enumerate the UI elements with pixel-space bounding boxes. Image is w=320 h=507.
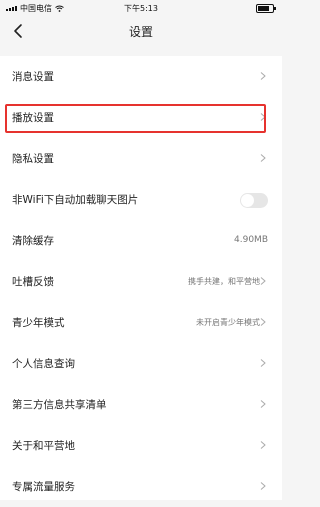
chevron-right-icon <box>260 482 266 490</box>
auto-load-images-toggle[interactable] <box>240 193 268 208</box>
settings-row-label: 第三方信息共享清单 <box>12 399 107 411</box>
settings-row-label: 吐槽反馈 <box>12 276 54 288</box>
status-time: 下午5:13 <box>124 4 158 13</box>
status-bar: 中国电信 下午5:13 <box>0 0 282 16</box>
chevron-right-icon <box>260 400 266 408</box>
chevron-right-icon <box>260 359 266 367</box>
toggle-knob <box>241 194 254 207</box>
settings-row-teen-mode[interactable]: 青少年模式 未开启青少年模式 <box>0 302 282 343</box>
settings-row-label: 个人信息查询 <box>12 358 75 370</box>
page-title: 设置 <box>128 25 153 39</box>
highlight-box <box>5 104 266 133</box>
chevron-right-icon <box>260 154 266 162</box>
settings-row-third-party[interactable]: 第三方信息共享清单 <box>0 384 282 425</box>
settings-row-data-service[interactable]: 专属流量服务 <box>0 466 282 507</box>
settings-row-personal-info[interactable]: 个人信息查询 <box>0 343 282 384</box>
settings-row-label: 隐私设置 <box>12 153 54 165</box>
chevron-right-icon <box>260 441 266 449</box>
cache-size-value: 4.90MB <box>234 235 268 245</box>
settings-row-label: 非WiFi下自动加载聊天图片 <box>12 194 139 206</box>
settings-row-wifi-images: 非WiFi下自动加载聊天图片 <box>0 179 282 220</box>
settings-row-label: 专属流量服务 <box>12 481 75 493</box>
settings-row-feedback[interactable]: 吐槽反馈 携手共建，和平营地 <box>0 261 282 302</box>
navigation-bar: 设置 <box>0 16 282 46</box>
chevron-right-icon <box>260 318 266 326</box>
settings-row-label: 青少年模式 <box>12 317 65 329</box>
settings-row-message[interactable]: 消息设置 <box>0 56 282 97</box>
teen-mode-status: 未开启青少年模式 <box>196 318 260 327</box>
battery-icon <box>256 4 276 13</box>
feedback-subtitle: 携手共建，和平营地 <box>188 277 260 286</box>
settings-row-label: 关于和平营地 <box>12 440 75 452</box>
settings-row-label: 消息设置 <box>12 71 54 83</box>
chevron-right-icon <box>260 72 266 80</box>
settings-row-privacy[interactable]: 隐私设置 <box>0 138 282 179</box>
settings-row-clear-cache[interactable]: 清除缓存 4.90MB <box>0 220 282 261</box>
settings-row-about[interactable]: 关于和平营地 <box>0 425 282 466</box>
chevron-right-icon <box>260 277 266 285</box>
settings-row-label: 清除缓存 <box>12 235 54 247</box>
